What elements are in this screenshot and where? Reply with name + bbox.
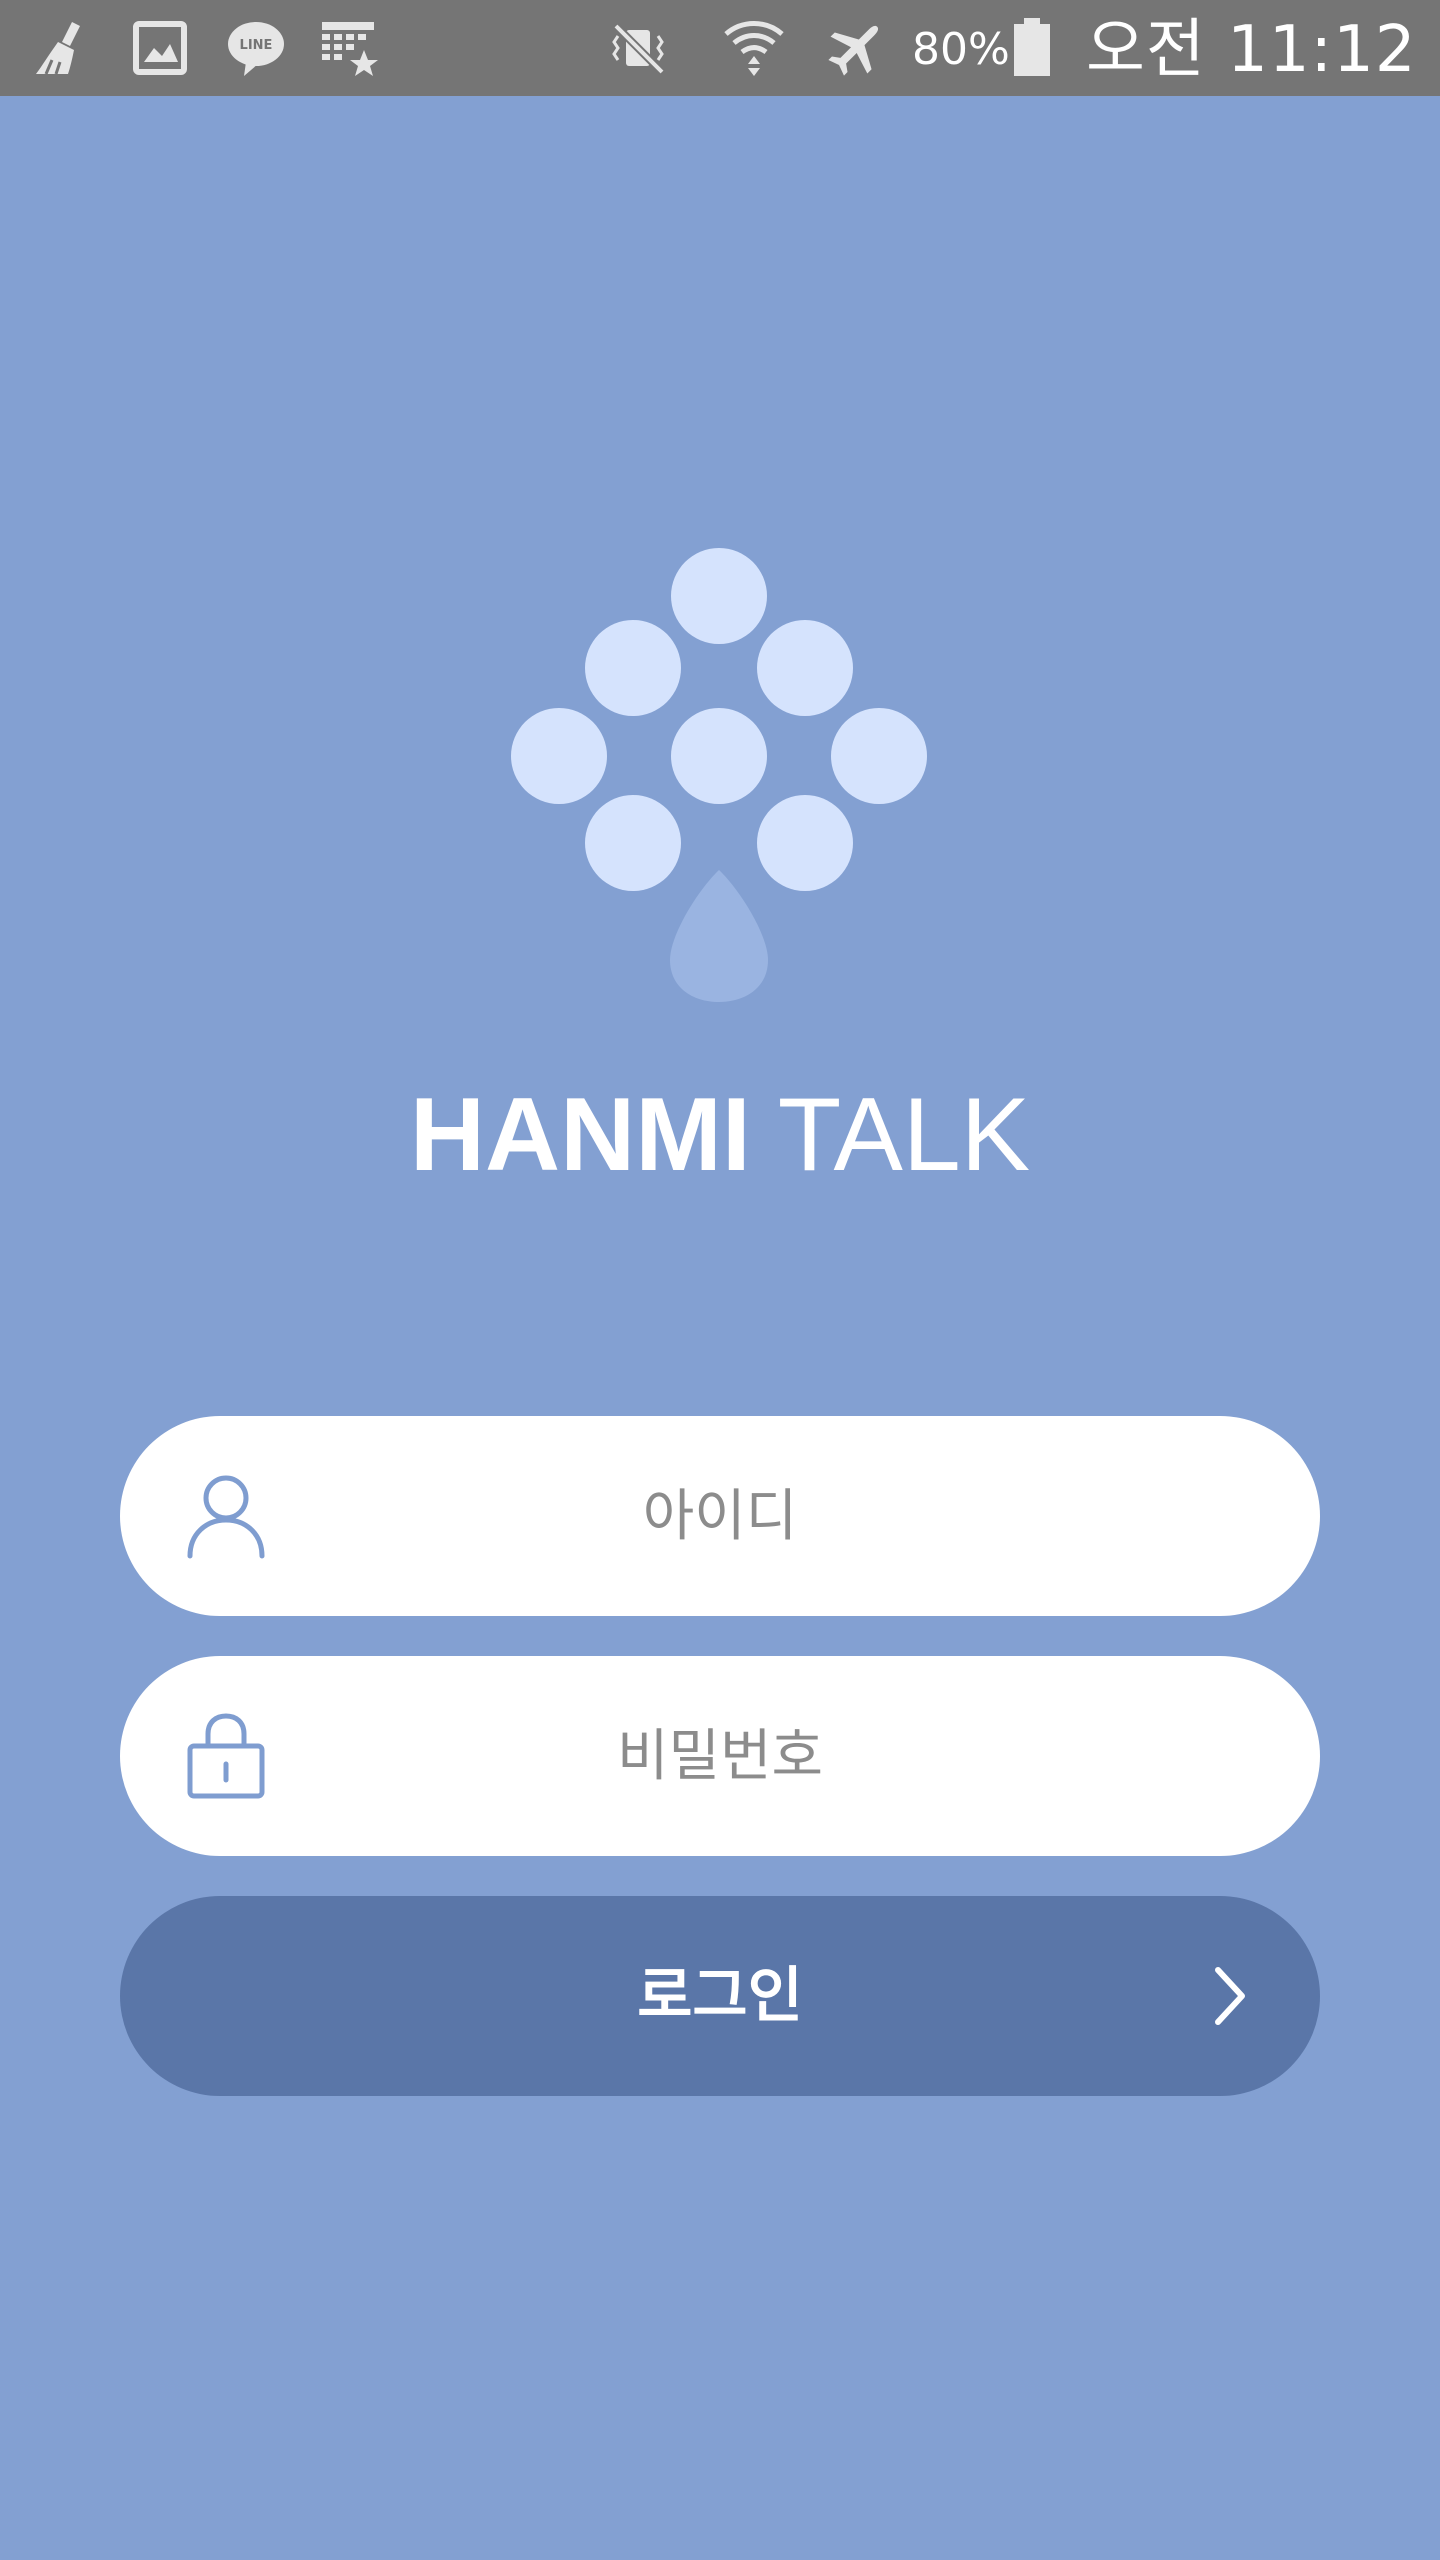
status-bar: LINE 80% 오전 11:12 [0,0,1440,96]
password-input[interactable] [120,1656,1320,1856]
wifi-icon [724,21,784,76]
calendar-star-icon [322,22,378,76]
vibrate-mute-icon [612,23,665,75]
airplane-mode-icon [828,25,879,76]
line-app-icon: LINE [228,22,284,76]
login-button-label: 로그인 [637,1961,803,2031]
image-icon [133,21,187,75]
chevron-right-icon [1215,1967,1245,2025]
app-title: HANMI TALK [0,1080,1440,1190]
id-input[interactable] [120,1416,1320,1616]
svg-text:LINE: LINE [240,38,273,53]
app-title-bold: HANMI [409,1077,751,1193]
password-field[interactable] [120,1656,1320,1856]
hanmi-logo [511,548,927,1002]
cleaner-broom-icon [36,22,80,75]
battery-percent: 80% [912,24,1010,75]
clock: 오전 11:12 [1086,13,1417,87]
login-button[interactable]: 로그인 [120,1896,1320,2096]
battery-icon [1014,18,1050,76]
app-title-light: TALK [777,1077,1031,1193]
id-field[interactable] [120,1416,1320,1616]
